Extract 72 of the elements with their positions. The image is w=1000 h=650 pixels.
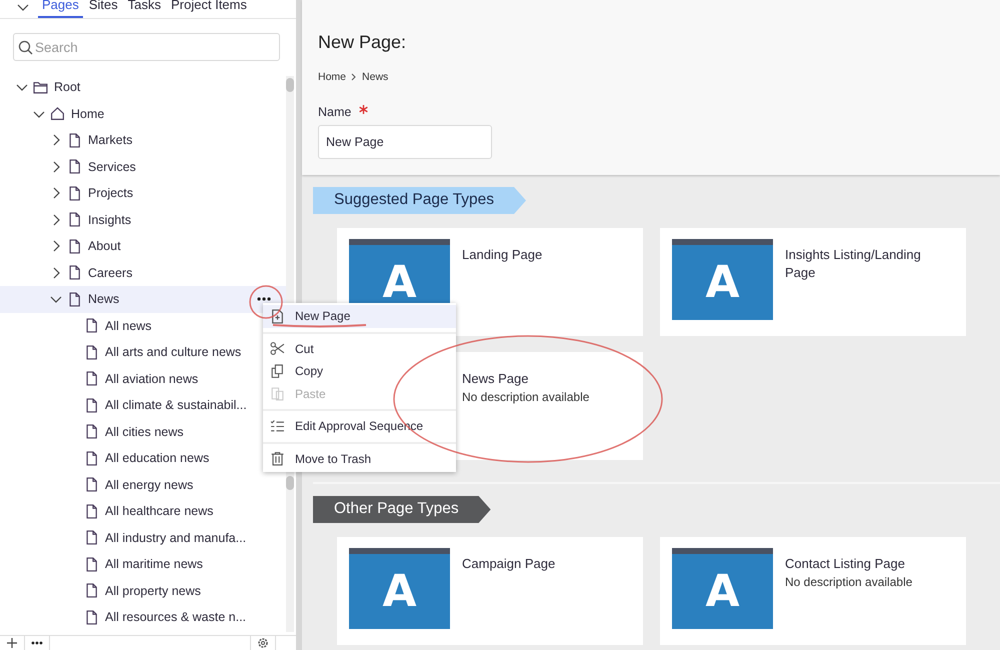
tree-item[interactable]: Home (0, 100, 286, 127)
thumbnail: A (672, 548, 773, 629)
page-icon (84, 477, 99, 492)
settings-icon (257, 637, 269, 649)
tree-item[interactable]: All energy news (0, 472, 286, 498)
page-icon (84, 344, 99, 360)
name-field[interactable]: New Page (318, 125, 492, 159)
tree-item[interactable]: All healthcare news (0, 498, 286, 524)
card-title: News Page (462, 370, 530, 388)
page-icon (84, 583, 99, 598)
add-page-icon (270, 308, 285, 324)
page-icon (84, 504, 99, 519)
card-title: Insights Listing/Landing Page (785, 246, 922, 282)
page-icon (84, 398, 99, 413)
tree-item[interactable]: Insights (0, 206, 286, 233)
page-icon (67, 159, 82, 174)
card-title: Landing Page (462, 246, 542, 264)
plus-icon (6, 637, 18, 649)
page-icon (67, 292, 82, 307)
breadcrumb-link[interactable]: News (362, 71, 388, 83)
section-banner: Suggested Page Types (313, 187, 526, 214)
field-label: Name (318, 105, 352, 119)
page-icon (84, 318, 99, 334)
tree-item[interactable]: About (0, 233, 286, 260)
tree-item[interactable]: All industry and manufa... (0, 524, 286, 551)
page-icon (84, 450, 99, 466)
annotation-circle (249, 285, 283, 319)
search-icon (18, 40, 33, 55)
tree-item[interactable]: Careers (0, 260, 286, 286)
trash-icon (270, 451, 285, 466)
page-icon (67, 238, 82, 254)
tab[interactable]: Pages (38, 0, 83, 18)
page-icon (84, 556, 99, 572)
tree-item[interactable]: Projects (0, 180, 286, 206)
tree-item[interactable]: Services (0, 154, 286, 180)
tree-item[interactable]: Root (0, 74, 286, 100)
thumbnail: A (672, 239, 773, 320)
page-title: New Page: (318, 32, 408, 53)
settings-button[interactable] (250, 636, 276, 650)
breadcrumb-link[interactable]: Home (318, 71, 346, 83)
menu-item[interactable]: New Page (263, 305, 456, 328)
card-description: No description available (462, 390, 590, 404)
page-icon (84, 371, 99, 386)
page-icon (67, 132, 82, 148)
folder-icon (33, 80, 48, 95)
home-icon (50, 106, 65, 122)
search-field[interactable]: Search (13, 33, 280, 61)
page-type-card[interactable]: A Insights Listing/Landing Page (660, 228, 966, 336)
copy-icon (270, 364, 285, 379)
tree-item[interactable]: All cities news (0, 418, 286, 445)
tree-item[interactable]: All resources & waste n... (0, 604, 286, 630)
page-icon (67, 212, 82, 228)
card-title: Contact Listing Page (785, 555, 906, 573)
section-banner: Other Page Types (313, 496, 491, 523)
tree-item[interactable]: News (0, 286, 286, 312)
checklist-icon (270, 418, 285, 434)
paste-icon (270, 386, 285, 402)
scissors-icon (270, 341, 285, 356)
page-icon (84, 530, 99, 546)
tree-item[interactable]: All maritime news (0, 551, 286, 578)
card-description: No description available (785, 575, 912, 589)
page-icon (67, 265, 82, 280)
page-icon (67, 186, 82, 201)
chevron-right-icon (350, 73, 358, 81)
card-title: Campaign Page (462, 555, 556, 573)
tree-item[interactable]: All property news (0, 578, 286, 604)
page-icon (84, 424, 99, 440)
thumbnail: A (349, 548, 450, 629)
page-icon (84, 610, 99, 625)
tree-item[interactable]: Markets (0, 127, 286, 154)
page-type-card[interactable]: A Contact Listing Page No description available (660, 537, 966, 645)
page-type-card[interactable]: A Campaign Page (337, 537, 643, 645)
